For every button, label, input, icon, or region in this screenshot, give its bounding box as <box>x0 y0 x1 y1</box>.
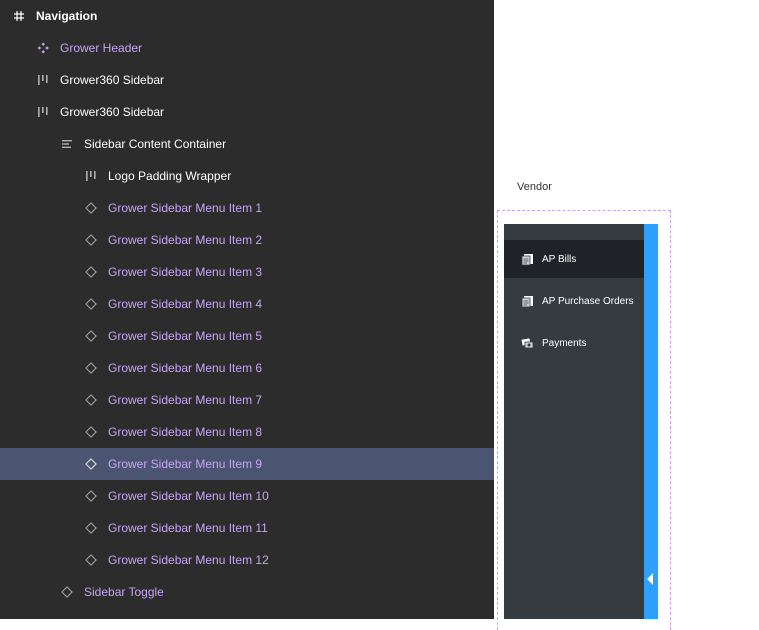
menu-item-ap-purchase-orders[interactable]: AP Purchase Orders <box>504 282 644 320</box>
layer-menu-item-11[interactable]: Grower Sidebar Menu Item 11 <box>0 512 494 544</box>
instance-diamond-icon <box>60 585 74 599</box>
payments-icon <box>520 336 534 350</box>
instance-diamond-icon <box>84 393 98 407</box>
layer-label: Sidebar Content Container <box>84 137 227 151</box>
layer-menu-item-10[interactable]: Grower Sidebar Menu Item 10 <box>0 480 494 512</box>
layer-label: Grower Sidebar Menu Item 2 <box>108 233 263 247</box>
instance-diamond-icon <box>84 361 98 375</box>
layer-menu-item-12[interactable]: Grower Sidebar Menu Item 12 <box>0 544 494 576</box>
layer-menu-item-9[interactable]: Grower Sidebar Menu Item 9 <box>0 448 494 480</box>
layer-menu-item-6[interactable]: Grower Sidebar Menu Item 6 <box>0 352 494 384</box>
layer-menu-item-8[interactable]: Grower Sidebar Menu Item 8 <box>0 416 494 448</box>
instance-diamond-icon <box>84 201 98 215</box>
layer-grower360-sidebar[interactable]: Grower360 Sidebar <box>0 64 494 96</box>
layer-label: Grower360 Sidebar <box>60 73 165 87</box>
menu-item-label: AP Bills <box>542 253 577 265</box>
instance-diamond-icon <box>84 457 98 471</box>
frame-label-vendor[interactable]: Vendor <box>517 181 552 193</box>
instance-diamond-icon <box>84 553 98 567</box>
layer-grower360-sidebar-inner[interactable]: Grower360 Sidebar <box>0 96 494 128</box>
auto-layout-horizontal-icon <box>36 105 50 119</box>
layer-label: Grower360 Sidebar <box>60 105 165 119</box>
menu-item-label: AP Purchase Orders <box>542 295 634 307</box>
sidebar-logo-area <box>504 224 644 240</box>
menu-item-ap-bills[interactable]: AP Bills <box>504 240 644 278</box>
layer-menu-item-5[interactable]: Grower Sidebar Menu Item 5 <box>0 320 494 352</box>
layer-grower-header[interactable]: Grower Header <box>0 32 494 64</box>
layer-label: Grower Sidebar Menu Item 6 <box>108 361 263 375</box>
auto-layout-horizontal-icon <box>84 169 98 183</box>
menu-item-payments[interactable]: Payments <box>504 324 644 362</box>
layer-menu-item-4[interactable]: Grower Sidebar Menu Item 4 <box>0 288 494 320</box>
instance-diamond-icon <box>84 521 98 535</box>
collapse-left-arrow-icon[interactable] <box>647 573 653 585</box>
layer-menu-item-2[interactable]: Grower Sidebar Menu Item 2 <box>0 224 494 256</box>
instance-diamond-icon <box>84 489 98 503</box>
layer-label: Grower Sidebar Menu Item 12 <box>108 553 269 567</box>
menu-item-label: Payments <box>542 337 587 349</box>
auto-layout-vertical-icon <box>60 137 74 151</box>
design-canvas[interactable]: Vendor AP Bills AP Purchase Orders Payme… <box>494 0 759 630</box>
instance-diamond-icon <box>84 265 98 279</box>
sidebar-toggle-strip[interactable] <box>644 224 658 619</box>
layer-label: Grower Sidebar Menu Item 9 <box>108 457 263 471</box>
layer-navigation[interactable]: Navigation <box>0 0 494 32</box>
instance-diamond-icon <box>84 297 98 311</box>
layer-label: Logo Padding Wrapper <box>108 169 232 183</box>
instance-diamond-icon <box>84 425 98 439</box>
layer-label: Grower Header <box>60 41 143 55</box>
bills-icon <box>520 252 534 266</box>
layer-label: Navigation <box>36 9 98 23</box>
layer-label: Grower Sidebar Menu Item 1 <box>108 201 263 215</box>
layer-sidebar-toggle[interactable]: Sidebar Toggle <box>0 576 494 608</box>
component-instance-icon <box>36 41 50 55</box>
layer-label: Grower Sidebar Menu Item 8 <box>108 425 263 439</box>
layer-menu-item-1[interactable]: Grower Sidebar Menu Item 1 <box>0 192 494 224</box>
layer-label: Grower Sidebar Menu Item 7 <box>108 393 263 407</box>
layer-menu-item-7[interactable]: Grower Sidebar Menu Item 7 <box>0 384 494 416</box>
layer-label: Grower Sidebar Menu Item 11 <box>108 521 268 535</box>
layer-label: Grower Sidebar Menu Item 10 <box>108 489 269 503</box>
layer-label: Grower Sidebar Menu Item 5 <box>108 329 263 343</box>
auto-layout-horizontal-icon <box>36 73 50 87</box>
instance-diamond-icon <box>84 233 98 247</box>
purchase-orders-icon <box>520 294 534 308</box>
layers-panel: Navigation Grower Header Grower360 Sideb… <box>0 0 494 619</box>
frame-hash-icon <box>12 9 26 23</box>
layer-sidebar-content-container[interactable]: Sidebar Content Container <box>0 128 494 160</box>
layer-label: Sidebar Toggle <box>84 585 164 599</box>
sidebar-preview: AP Bills AP Purchase Orders Payments <box>504 224 644 619</box>
layer-menu-item-3[interactable]: Grower Sidebar Menu Item 3 <box>0 256 494 288</box>
layer-label: Grower Sidebar Menu Item 4 <box>108 297 263 311</box>
layer-logo-padding-wrapper[interactable]: Logo Padding Wrapper <box>0 160 494 192</box>
layer-label: Grower Sidebar Menu Item 3 <box>108 265 263 279</box>
instance-diamond-icon <box>84 329 98 343</box>
